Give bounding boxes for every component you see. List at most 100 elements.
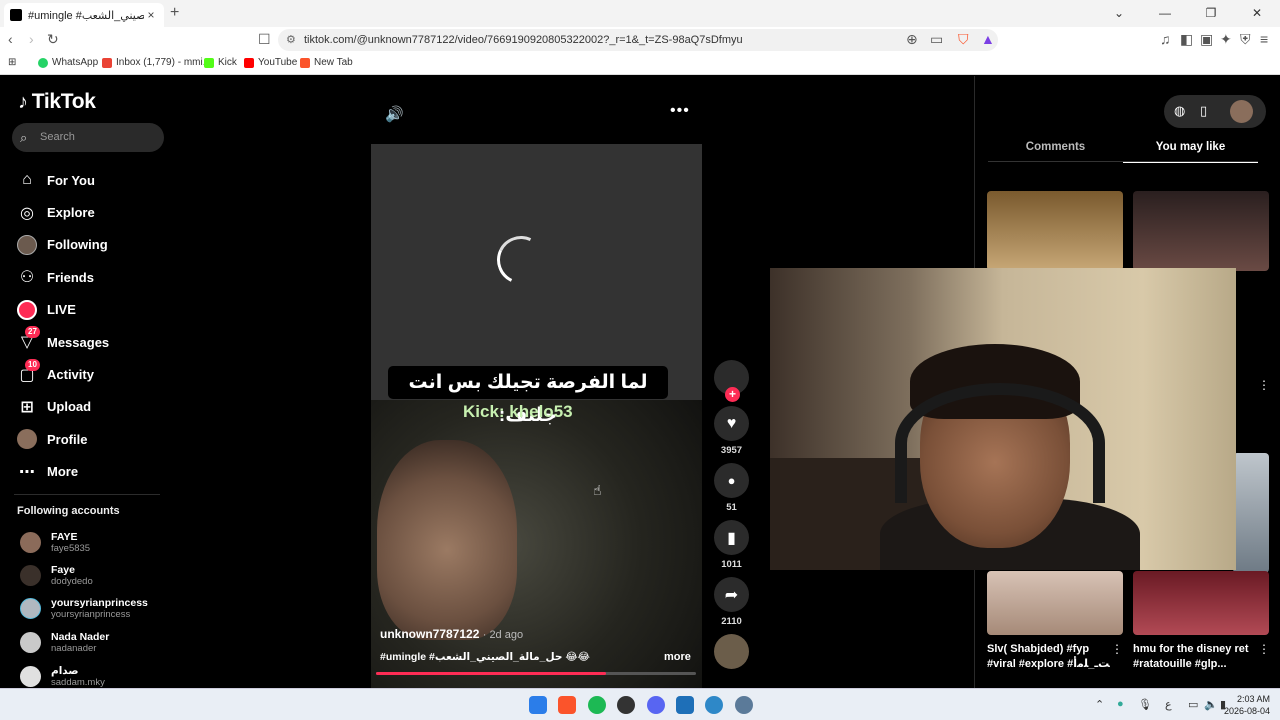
maximize-button[interactable]: ❐ [1188,0,1234,27]
sidebar-item-for-you[interactable]: ⌂ For You [16,164,109,196]
following-account[interactable]: Faye dodydedo [20,564,93,587]
video-player[interactable]: لما الفرصة تجيلك بس انت جلنف: Kick: khel… [371,144,702,688]
minimize-button[interactable]: — [1142,0,1188,27]
bookmark-new-tab[interactable]: New Tab [300,57,353,68]
bookmark-gmail[interactable]: Inbox (1,779) - mmi... [102,57,211,68]
tab-search-icon[interactable]: ⌄ [1096,0,1142,27]
avatar [20,598,41,619]
media-icon[interactable]: ♫ [1160,31,1171,47]
suggested-video-thumbnail[interactable] [1133,191,1269,271]
sidebar-item-explore[interactable]: ◎ Explore [16,196,109,228]
device-icon[interactable]: ▯ [1200,103,1207,119]
vpn-icon[interactable]: ⛨ [1240,31,1251,48]
video-progress-bar[interactable] [376,672,696,675]
clock-date: 2026-08-04 [1223,706,1270,716]
settings-icon[interactable] [735,696,753,714]
profile-avatar[interactable] [1230,100,1253,123]
sidebar-item-live[interactable]: LIVE [16,294,109,326]
messages-badge: 27 [25,326,40,339]
share-button[interactable]: ➦ [714,577,749,612]
brave-taskbar-icon[interactable] [558,696,576,714]
tab-close-icon[interactable]: × [144,8,158,22]
suggested-video-thumbnail[interactable] [1133,571,1269,635]
tab-comments[interactable]: Comments [988,133,1123,161]
volume-tray-icon[interactable]: 🔈 [1204,698,1218,711]
menu-icon[interactable]: ≡ [1260,31,1268,47]
bookmark-kick[interactable]: Kick [204,57,237,68]
tab-you-may-like[interactable]: You may like [1123,133,1258,163]
sidebar-item-following[interactable]: Following [16,229,109,261]
following-account[interactable]: صدام saddam.mky [20,665,105,688]
sidebar-item-activity[interactable]: ▢ 10 Activity [16,358,109,390]
close-window-button[interactable]: ✕ [1234,0,1280,27]
leo-ai-icon[interactable]: ✦ [1220,31,1232,48]
video-options-icon[interactable]: ••• [670,102,690,120]
brave-rewards-icon[interactable]: ▲ [981,31,995,47]
thumbnail-options-icon[interactable]: ⋮ [1258,378,1270,392]
more-button[interactable]: more [664,651,691,663]
following-account[interactable]: yoursyrianprincess yoursyrianprincess [20,597,148,620]
brave-shields-icon[interactable]: ⛉ [958,31,969,48]
forward-icon[interactable]: › [29,31,34,47]
new-tab-button[interactable]: + [170,4,179,22]
following-account[interactable]: FAYE faye5835 [20,531,90,554]
follow-plus-button[interactable]: + [725,387,740,402]
windows-start-icon[interactable] [529,696,547,714]
bookmark-button[interactable]: ▮ [714,520,749,555]
app-taskbar-icon[interactable] [676,696,694,714]
sidebar-icon[interactable]: ◧ [1180,31,1193,48]
wallet-icon[interactable]: ▣ [1200,31,1213,48]
tray-expand-icon[interactable]: ⌃ [1095,698,1104,711]
following-account[interactable]: Nada Nader nadanader [20,631,109,654]
microphone-icon[interactable]: 🎙 [1138,698,1152,711]
keyboard-language[interactable]: ع [1165,698,1172,711]
reload-icon[interactable]: ↻ [47,31,59,48]
sidebar-item-friends[interactable]: ⚇ Friends [16,261,109,293]
apps-icon[interactable]: ⊞ [8,57,16,68]
tray-status-icon[interactable]: ● [1117,698,1124,710]
site-info-icon[interactable]: ⚙ [286,29,296,51]
sidebar-item-profile[interactable]: Profile [16,423,109,455]
bookmark-whatsapp[interactable]: WhatsApp [38,57,98,68]
comment-button[interactable]: ● [714,463,749,498]
suggested-video-title[interactable]: hmu for the disney ret #ratatouille #glp… [1133,642,1263,672]
activity-icon: ▢ 10 [16,358,40,386]
suggested-video-thumbnail[interactable] [987,191,1123,271]
coins-icon[interactable]: ◍ [1174,103,1185,119]
obs-icon[interactable] [617,696,635,714]
tiktok-logo[interactable]: ♪ TikTok [18,90,96,114]
sidebar-menu: ⌂ For You ◎ Explore Following ⚇ Friends … [16,164,109,488]
comment-count: 51 [726,502,737,513]
spotify-icon[interactable] [588,696,606,714]
video-overlay-text: Kick: khelo53 [463,402,573,421]
sidebar-item-messages[interactable]: ▽ 27 Messages [16,326,109,358]
suggested-video-thumbnail[interactable] [987,571,1123,635]
system-clock[interactable]: 2:03 AM 2026-08-04 [1224,693,1270,717]
discord-icon[interactable] [647,696,665,714]
friends-icon: ⚇ [19,269,35,287]
avatar [20,565,41,586]
back-icon[interactable]: ‹ [8,31,13,47]
bookmark-page-icon[interactable]: ☐ [258,31,271,48]
like-button[interactable]: ♥ [714,406,749,441]
bookmark-youtube[interactable]: YouTube [244,57,297,68]
volume-icon[interactable]: 🔊 [385,105,404,123]
video-progress-fill [376,672,607,675]
cast-icon[interactable]: ▭ [930,31,943,48]
music-disc-icon[interactable] [714,634,749,669]
steam-icon[interactable] [705,696,723,714]
video-description: #umingle #حل_مالة_الصيني_الشعب 😂😂 ... [380,651,590,663]
messages-icon: ▽ 27 [16,326,40,353]
tiktok-favicon-icon [10,9,22,21]
kick-icon [204,57,214,68]
search-input[interactable]: ⌕ Search [12,123,164,152]
network-icon[interactable]: ▭ [1188,698,1198,711]
sidebar-item-more[interactable]: ⋯ More [16,456,109,488]
suggested-video-title[interactable]: Slv( Shabjded) #fyp #viral #explore #ﺖـ_… [987,642,1117,672]
suggested-video-thumbnail[interactable] [1233,453,1269,573]
zoom-icon[interactable]: ⊕ [906,31,918,48]
video-author[interactable]: unknown7787122 · 2d ago [380,627,523,641]
sidebar-item-upload[interactable]: ⊞ Upload [16,391,109,423]
address-bar[interactable]: ⚙ tiktok.com/@unknown7787122/video/76691… [278,29,998,51]
browser-tab[interactable]: #umingle #حل_مالة_الصيني_الشعب × [4,3,164,27]
